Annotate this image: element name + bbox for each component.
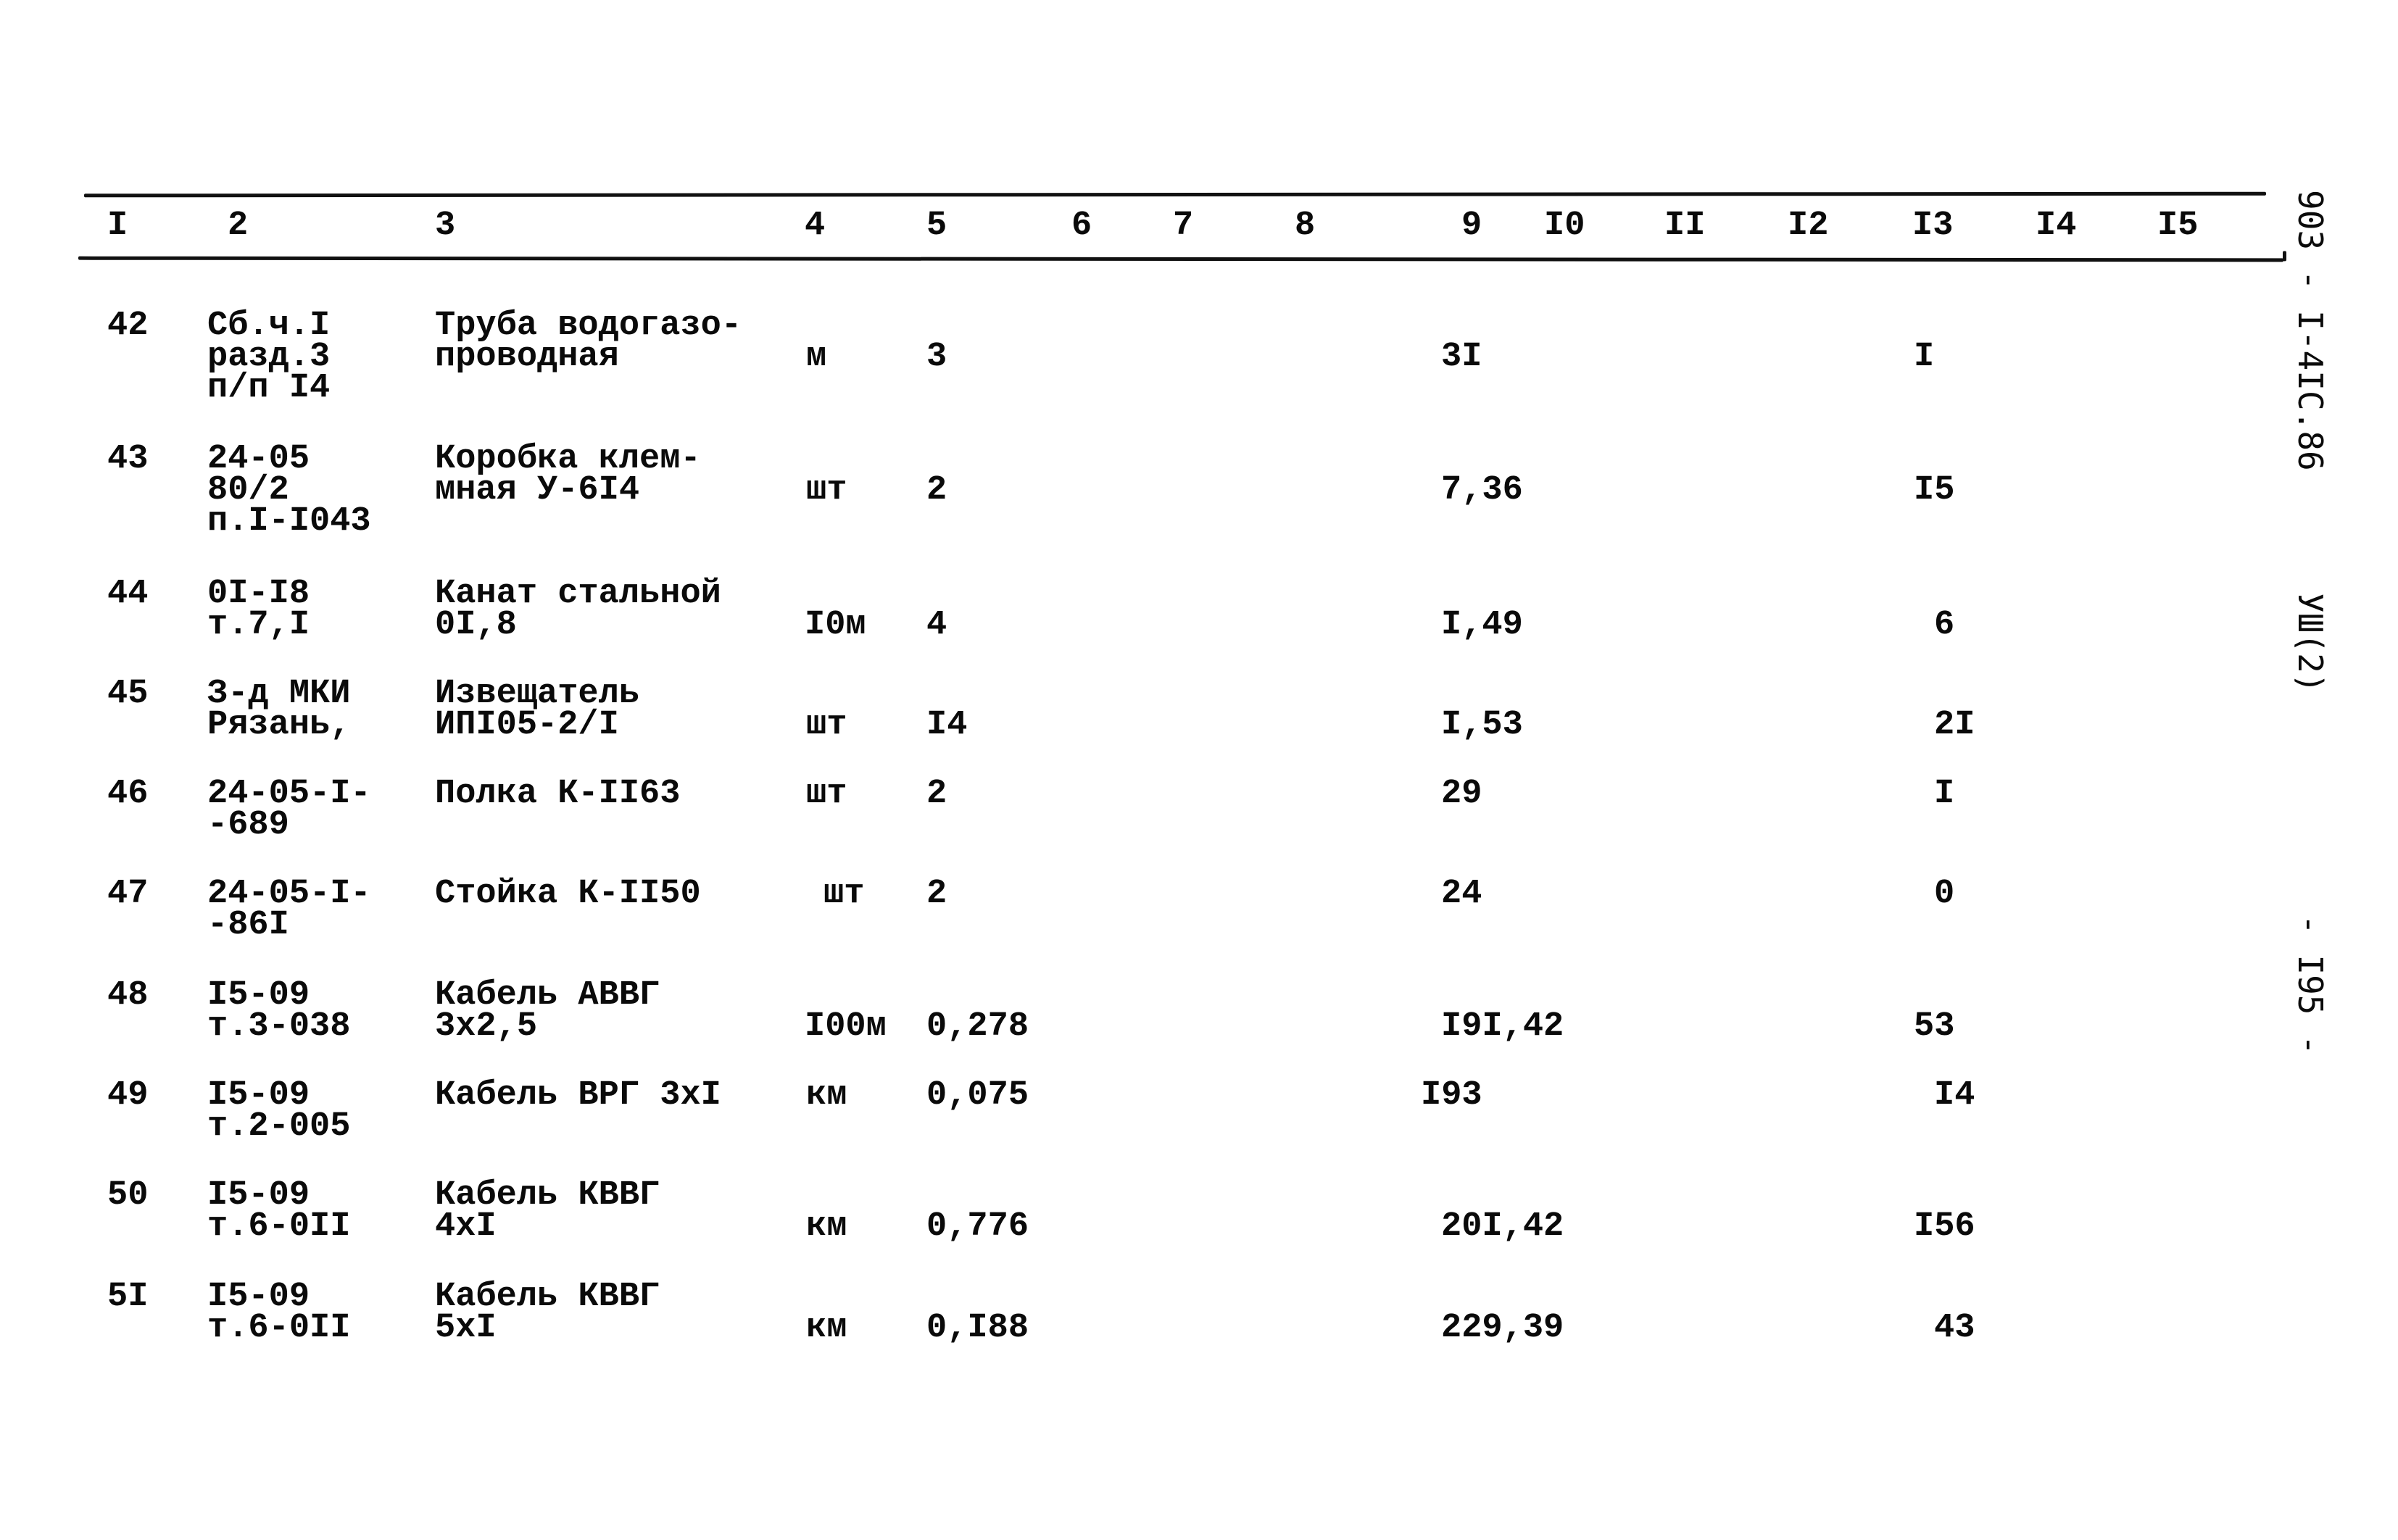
column-header-2: 2	[228, 207, 249, 245]
quantity: 2	[926, 875, 947, 913]
unit-price: 3I	[1441, 338, 1482, 376]
row-number: 46	[107, 775, 149, 813]
quantity: 2	[926, 775, 947, 813]
row-number: 42	[107, 307, 149, 345]
column-header-8: 8	[1295, 207, 1316, 245]
item-name: Кабель КВВГ 5хI	[435, 1278, 660, 1347]
document-code: 903 - I-4IC.86	[2291, 190, 2330, 471]
column-13-value: I	[1914, 338, 1935, 376]
unit-price: 29	[1441, 775, 1482, 813]
unit: км	[806, 1207, 847, 1246]
unit-price: I,49	[1441, 606, 1523, 644]
column-header-12: I2	[1788, 207, 1829, 245]
column-header-15: I5	[2157, 207, 2199, 245]
column-header-3: 3	[435, 207, 456, 245]
column-13-value: I5	[1914, 471, 1955, 509]
column-13-value: 0	[1934, 875, 1955, 913]
column-header-6: 6	[1071, 207, 1092, 245]
item-name: Канат стальной 0I,8	[435, 575, 721, 644]
reference-code: I5-09 т.3-038	[207, 976, 351, 1046]
row-number: 48	[107, 976, 149, 1015]
row-number: 5I	[107, 1278, 149, 1316]
reference-code: Сб.ч.I разд.3 п/п I4	[207, 307, 331, 407]
column-header-14: I4	[2036, 207, 2077, 245]
unit-price: 20I,42	[1441, 1207, 1564, 1246]
unit: км	[806, 1076, 847, 1115]
column-header-13: I3	[1912, 207, 1954, 245]
unit-price: 7,36	[1441, 471, 1523, 509]
unit: м	[806, 338, 827, 376]
unit: км	[806, 1309, 847, 1347]
column-header-11: II	[1664, 207, 1706, 245]
item-name: Извещатель ИПI05-2/I	[435, 675, 640, 744]
unit: I0м	[805, 606, 866, 644]
column-13-value: 2I	[1934, 706, 1975, 744]
column-13-value: I	[1934, 775, 1955, 813]
column-header-1: I	[107, 207, 128, 245]
unit-price: 229,39	[1441, 1309, 1564, 1347]
table-top-rule	[83, 191, 2267, 198]
quantity: 3	[926, 338, 947, 376]
row-number: 44	[107, 575, 149, 613]
unit-price: I93	[1421, 1076, 1482, 1115]
unit-price: 24	[1441, 875, 1482, 913]
reference-code: 0I-I8 т.7,I	[207, 575, 310, 644]
column-header-9: 9	[1461, 207, 1482, 245]
unit: шт	[806, 471, 847, 509]
reference-code: 24-05 80/2 п.I-I043	[207, 440, 371, 541]
unit: шт	[806, 775, 847, 813]
row-number: 49	[107, 1076, 149, 1115]
column-header-5: 5	[926, 207, 947, 245]
row-number: 50	[107, 1176, 149, 1215]
column-13-value: 43	[1934, 1309, 1975, 1347]
reference-code: 24-05-I- -86I	[207, 875, 371, 944]
reference-code: I5-09 т.6-0II	[207, 1176, 351, 1246]
quantity: 0,I88	[926, 1309, 1029, 1347]
row-number: 47	[107, 875, 149, 913]
column-13-value: I4	[1934, 1076, 1975, 1115]
unit: шт	[823, 875, 865, 913]
reference-code: 24-05-I- -689	[207, 775, 371, 844]
column-13-value: I56	[1914, 1207, 1975, 1246]
unit: шт	[806, 706, 847, 744]
item-name: Труба водогазо- проводная	[435, 307, 742, 376]
sheet-mark: УШ(2)	[2291, 593, 2330, 694]
quantity: 0,278	[926, 1007, 1029, 1046]
row-number: 43	[107, 440, 149, 478]
column-13-value: 6	[1934, 606, 1955, 644]
item-name: Кабель КВВГ 4хI	[435, 1176, 660, 1246]
item-name: Коробка клем- мная У-6I4	[435, 440, 701, 509]
item-name: Полка К-II63	[435, 775, 681, 813]
row-number: 45	[107, 675, 149, 713]
unit-price: I9I,42	[1441, 1007, 1564, 1046]
table-header-rule	[78, 256, 2284, 262]
reference-code: I5-09 т.2-005	[207, 1076, 351, 1146]
item-name: Стойка К-II50	[435, 875, 701, 913]
column-header-10: I0	[1544, 207, 1585, 245]
page-number: - I95 -	[2291, 915, 2330, 1055]
quantity: I4	[926, 706, 968, 744]
column-header-7: 7	[1173, 207, 1194, 245]
quantity: 0,776	[926, 1207, 1029, 1246]
unit-price: I,53	[1441, 706, 1523, 744]
unit: I00м	[805, 1007, 887, 1046]
reference-code: I5-09 т.6-0II	[207, 1278, 351, 1347]
quantity: 2	[926, 471, 947, 509]
reference-code: З-д МКИ Рязань,	[207, 675, 351, 744]
item-name: Кабель ВРГ 3хI	[435, 1076, 721, 1115]
quantity: 4	[926, 606, 947, 644]
item-name: Кабель АВВГ 3х2,5	[435, 976, 660, 1046]
column-13-value: 53	[1914, 1007, 1955, 1046]
quantity: 0,075	[926, 1076, 1029, 1115]
column-header-4: 4	[805, 207, 826, 245]
